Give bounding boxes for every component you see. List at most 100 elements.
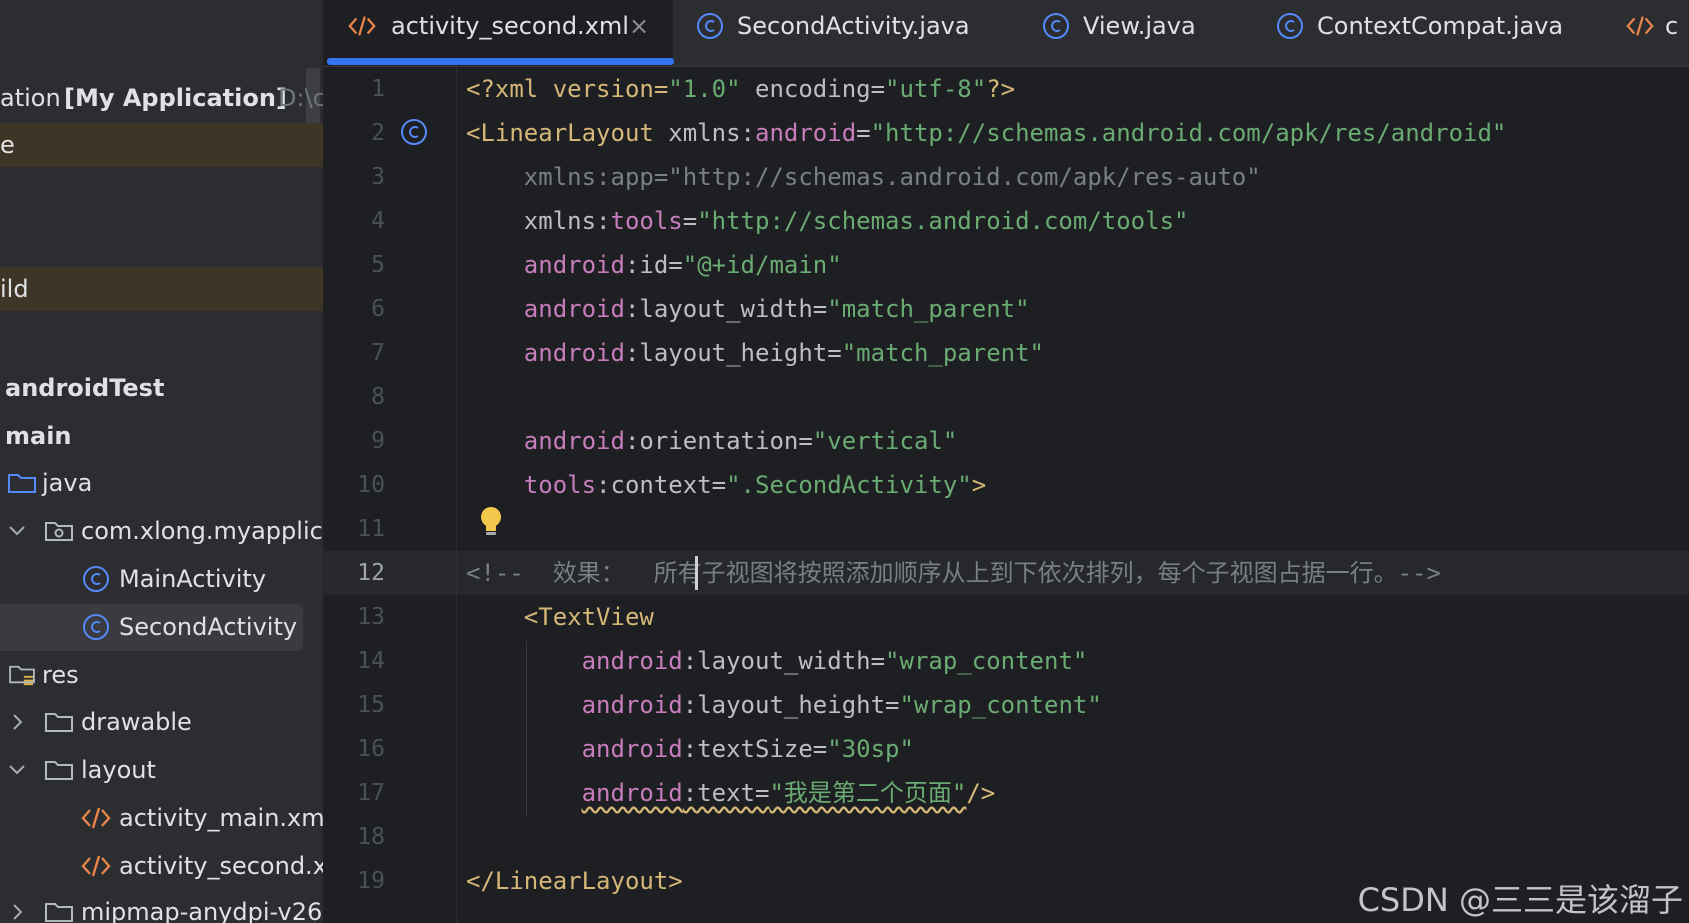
code-line-6: android:layout_width="match_parent" bbox=[466, 295, 1030, 323]
tree-item-e[interactable]: e bbox=[0, 123, 323, 167]
class-icon bbox=[83, 566, 109, 592]
text-caret bbox=[695, 556, 698, 590]
tree-item-mipmap-label: mipmap-anydpi-v26 bbox=[81, 898, 323, 923]
folder-icon bbox=[45, 903, 73, 922]
line-number: 19 bbox=[357, 868, 385, 894]
tree-item-res[interactable]: res bbox=[0, 653, 323, 697]
line-number: 14 bbox=[357, 648, 385, 674]
tab-context-compat-java[interactable]: ContextCompat.java bbox=[1255, 0, 1595, 66]
tree-item-mipmap[interactable]: mipmap-anydpi-v26 bbox=[0, 890, 323, 923]
code-line-10: tools:context=".SecondActivity"> bbox=[466, 471, 987, 499]
tree-item-activity-second-xml-label: activity_second.xn bbox=[119, 852, 323, 880]
tree-item-activity-second-xml[interactable]: activity_second.xn bbox=[0, 844, 323, 888]
tree-item-second-activity-label: SecondActivity bbox=[119, 613, 298, 641]
tree-item-activity-main-xml-label: activity_main.xml bbox=[119, 804, 323, 832]
project-tree-panel: ation [My Application] D:\c e ild androi… bbox=[0, 0, 323, 923]
code-line-15: android:layout_height="wrap_content" bbox=[466, 691, 1102, 719]
tree-item-main-activity[interactable]: MainActivity bbox=[0, 557, 323, 601]
tab-label: SecondActivity.java bbox=[737, 12, 970, 40]
code-line-16: android:textSize="30sp" bbox=[466, 735, 914, 763]
tree-item-java-label: java bbox=[42, 469, 93, 497]
chevron-down-icon[interactable] bbox=[6, 520, 28, 542]
tree-item-activity-main-xml[interactable]: activity_main.xml bbox=[0, 796, 323, 840]
tab-second-activity-java[interactable]: SecondActivity.java bbox=[673, 0, 999, 66]
code-line-13: <TextView bbox=[466, 603, 654, 631]
line-number: 1 bbox=[371, 76, 385, 102]
code-line-1: <?xml version="1.0" encoding="utf-8"?> bbox=[466, 75, 1016, 103]
line-number: 13 bbox=[357, 604, 385, 630]
chevron-right-icon[interactable] bbox=[6, 901, 28, 923]
xml-icon bbox=[348, 16, 376, 36]
tree-item-build[interactable]: ild bbox=[0, 267, 323, 311]
line-number: 15 bbox=[357, 692, 385, 718]
close-icon[interactable]: × bbox=[629, 0, 649, 52]
tree-item-main[interactable]: main bbox=[0, 414, 323, 458]
chevron-down-icon[interactable] bbox=[6, 759, 28, 781]
project-root-item[interactable]: ation [My Application] D:\c bbox=[0, 76, 323, 120]
folder-icon bbox=[8, 474, 36, 493]
class-icon bbox=[697, 13, 723, 39]
gutter-divider bbox=[456, 67, 457, 923]
code-line-5: android:id="@+id/main" bbox=[466, 251, 842, 279]
tree-item-second-activity[interactable]: SecondActivity bbox=[0, 605, 323, 649]
line-number: 17 bbox=[357, 780, 385, 806]
tree-item-build-label: ild bbox=[0, 275, 29, 303]
tab-overflow-xml[interactable]: c bbox=[1613, 0, 1689, 66]
tree-item-e-label: e bbox=[0, 131, 15, 159]
resources-folder-icon bbox=[9, 665, 35, 686]
code-line-14: android:layout_width="wrap_content" bbox=[466, 647, 1088, 675]
class-icon bbox=[1043, 13, 1069, 39]
lightbulb-icon[interactable] bbox=[478, 505, 504, 539]
line-number: 16 bbox=[357, 736, 385, 762]
tree-item-drawable-label: drawable bbox=[81, 708, 192, 736]
line-number: 7 bbox=[371, 340, 385, 366]
line-number: 8 bbox=[371, 384, 385, 410]
code-line-12-comment: <!-- 效果： 所有子视图将按照添加顺序从上到下依次排列，每个子视图占据一行。… bbox=[466, 559, 1441, 587]
code-line-9: android:orientation="vertical" bbox=[466, 427, 958, 455]
editor-tab-bar: activity_second.xml × SecondActivity.jav… bbox=[323, 0, 1689, 67]
tree-item-layout[interactable]: layout bbox=[0, 748, 323, 792]
xml-file-icon bbox=[81, 855, 111, 877]
tree-item-java[interactable]: java bbox=[0, 461, 323, 505]
project-name-bold: [My Application] bbox=[64, 84, 287, 112]
tab-label: ContextCompat.java bbox=[1317, 12, 1564, 40]
folder-icon bbox=[45, 713, 73, 732]
line-number: 4 bbox=[371, 208, 385, 234]
folder-icon bbox=[45, 761, 73, 780]
code-editor[interactable]: 1 2 3 4 5 6 7 8 9 10 11 12 13 14 15 16 1… bbox=[323, 67, 1689, 923]
tree-item-android-test-label: androidTest bbox=[5, 374, 165, 402]
class-icon bbox=[1277, 13, 1303, 39]
active-tab-indicator bbox=[327, 58, 674, 65]
line-number: 3 bbox=[371, 164, 385, 190]
code-line-4: xmlns:tools="http://schemas.android.com/… bbox=[466, 207, 1189, 235]
tree-item-main-activity-label: MainActivity bbox=[119, 565, 267, 593]
project-name-prefix: ation bbox=[0, 84, 61, 112]
tree-item-main-label: main bbox=[5, 422, 72, 450]
watermark: CSDN @三三是该溜子 bbox=[1357, 881, 1683, 919]
tab-view-java[interactable]: View.java bbox=[1019, 0, 1249, 66]
line-number: 2 bbox=[371, 120, 385, 146]
tree-item-package[interactable]: com.xlong.myapplicat bbox=[0, 509, 323, 553]
tree-item-layout-label: layout bbox=[81, 756, 156, 784]
tree-item-res-label: res bbox=[42, 661, 79, 689]
code-line-7: android:layout_height="match_parent" bbox=[466, 339, 1044, 367]
class-icon bbox=[83, 614, 109, 640]
line-number: 6 bbox=[371, 296, 385, 322]
tab-label: activity_second.xml bbox=[391, 12, 629, 40]
package-icon bbox=[45, 522, 73, 541]
line-number: 5 bbox=[371, 252, 385, 278]
tree-item-drawable[interactable]: drawable bbox=[0, 700, 323, 744]
tree-item-android-test[interactable]: androidTest bbox=[0, 366, 323, 410]
class-gutter-icon[interactable] bbox=[399, 117, 429, 147]
line-number: 10 bbox=[357, 472, 385, 498]
tab-label: View.java bbox=[1083, 12, 1196, 40]
line-number-current: 12 bbox=[357, 560, 385, 586]
code-line-3: xmlns:app="http://schemas.android.com/ap… bbox=[466, 163, 1261, 191]
line-number: 11 bbox=[357, 516, 385, 542]
code-line-19: </LinearLayout> bbox=[466, 867, 683, 895]
line-number: 9 bbox=[371, 428, 385, 454]
chevron-right-icon[interactable] bbox=[6, 711, 28, 733]
code-line-2: <LinearLayout xmlns:android="http://sche… bbox=[466, 119, 1507, 147]
tab-activity-second-xml[interactable]: activity_second.xml × bbox=[323, 0, 673, 66]
project-path: D:\c bbox=[278, 84, 323, 112]
